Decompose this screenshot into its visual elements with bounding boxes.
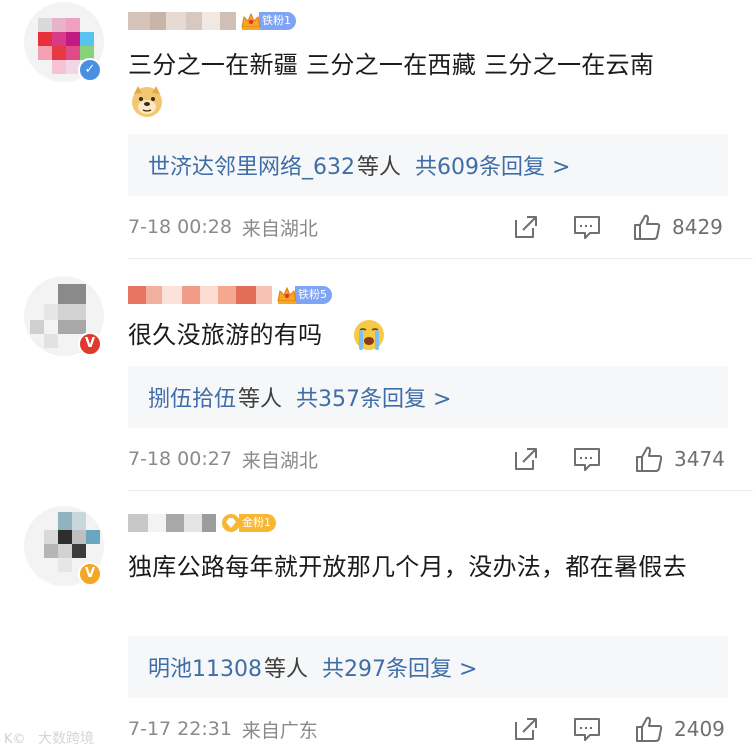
- reply-total-link[interactable]: 共609条回复 >: [415, 149, 570, 181]
- comment-icon[interactable]: [572, 212, 602, 242]
- share-icon[interactable]: [510, 212, 540, 242]
- comment-date: 7-18 00:28: [128, 216, 232, 238]
- reply-summary[interactable]: 明池11308 等人 共297条回复 >: [128, 636, 728, 698]
- like-icon[interactable]: [634, 714, 664, 744]
- like-icon[interactable]: [632, 212, 662, 242]
- comment-text-content: 三分之一在新疆 三分之一在西藏 三分之一在云南: [128, 51, 655, 79]
- comment-icon[interactable]: [572, 714, 602, 744]
- blurred-name: [128, 286, 272, 304]
- reply-users-suffix: 等人: [357, 155, 402, 180]
- blurred-name: [128, 12, 236, 30]
- comment-source: 来自广东: [241, 719, 318, 742]
- divider: [128, 490, 753, 491]
- svg-text:K©: K©: [4, 732, 26, 746]
- verified-badge-icon: V: [78, 562, 102, 586]
- watermark-text: 大数跨境: [38, 731, 94, 747]
- comment-text-content: 独库公路每年就开放那几个月，没办法，都在暑假去: [128, 553, 687, 581]
- comment-text: 很久没旅游的有吗: [128, 316, 723, 354]
- reply-users-link[interactable]: 捌伍拾伍: [148, 381, 236, 413]
- comment-meta: 7-17 22:31 来自广东: [128, 716, 318, 742]
- comment-date: 7-17 22:31: [128, 718, 232, 740]
- comment-text: 独库公路每年就开放那几个月，没办法，都在暑假去: [128, 548, 718, 586]
- fan-badge-label: 铁粉5: [295, 286, 332, 304]
- reply-summary[interactable]: 捌伍拾伍 等人 共357条回复 >: [128, 366, 728, 428]
- reply-summary[interactable]: 世济达邻里网络_632 等人 共609条回复 >: [128, 134, 728, 196]
- comment-text: 三分之一在新疆 三分之一在西藏 三分之一在云南: [128, 46, 723, 84]
- comment-icon[interactable]: [572, 444, 602, 474]
- share-icon[interactable]: [510, 444, 540, 474]
- comment-source: 来自湖北: [241, 449, 318, 472]
- share-icon[interactable]: [510, 714, 540, 744]
- fan-badge: 金粉1: [220, 513, 276, 533]
- watermark-logo-icon: K©: [4, 732, 26, 746]
- watermark: K© 大数跨境: [4, 728, 94, 748]
- reply-users-link[interactable]: 世济达邻里网络_632: [148, 149, 355, 181]
- reply-users-link[interactable]: 明池11308: [148, 651, 262, 683]
- gem-icon: [220, 513, 242, 533]
- fan-badge: 铁粉1: [240, 11, 296, 31]
- comment-meta: 7-18 00:28 来自湖北: [128, 214, 318, 240]
- doge-emoji-icon: [130, 84, 164, 118]
- like-icon[interactable]: [634, 444, 664, 474]
- verified-badge-icon: V: [78, 332, 102, 356]
- fan-badge-label: 铁粉1: [259, 12, 296, 30]
- blurred-name: [128, 514, 216, 532]
- username[interactable]: 铁粉1: [128, 10, 296, 32]
- verified-badge-icon: ✓: [78, 58, 102, 82]
- reply-users-suffix: 等人: [238, 387, 283, 412]
- reply-total-link[interactable]: 共357条回复 >: [296, 381, 451, 413]
- reply-users-suffix: 等人: [264, 657, 309, 682]
- username[interactable]: 金粉1: [128, 512, 276, 534]
- divider: [128, 258, 753, 259]
- like-count: 2409: [674, 717, 725, 741]
- username[interactable]: 铁粉5: [128, 284, 332, 306]
- crown-icon: [276, 285, 298, 305]
- fan-badge: 铁粉5: [276, 285, 332, 305]
- comment-source: 来自湖北: [241, 217, 318, 240]
- fan-badge-label: 金粉1: [239, 514, 276, 532]
- crying-emoji-icon: [352, 318, 386, 352]
- reply-total-link[interactable]: 共297条回复 >: [322, 651, 477, 683]
- comment-date: 7-18 00:27: [128, 448, 232, 470]
- crown-icon: [240, 11, 262, 31]
- like-count: 3474: [674, 447, 725, 471]
- comment-meta: 7-18 00:27 来自湖北: [128, 446, 318, 472]
- comment-text-content: 很久没旅游的有吗: [128, 321, 323, 349]
- like-count: 8429: [672, 215, 723, 239]
